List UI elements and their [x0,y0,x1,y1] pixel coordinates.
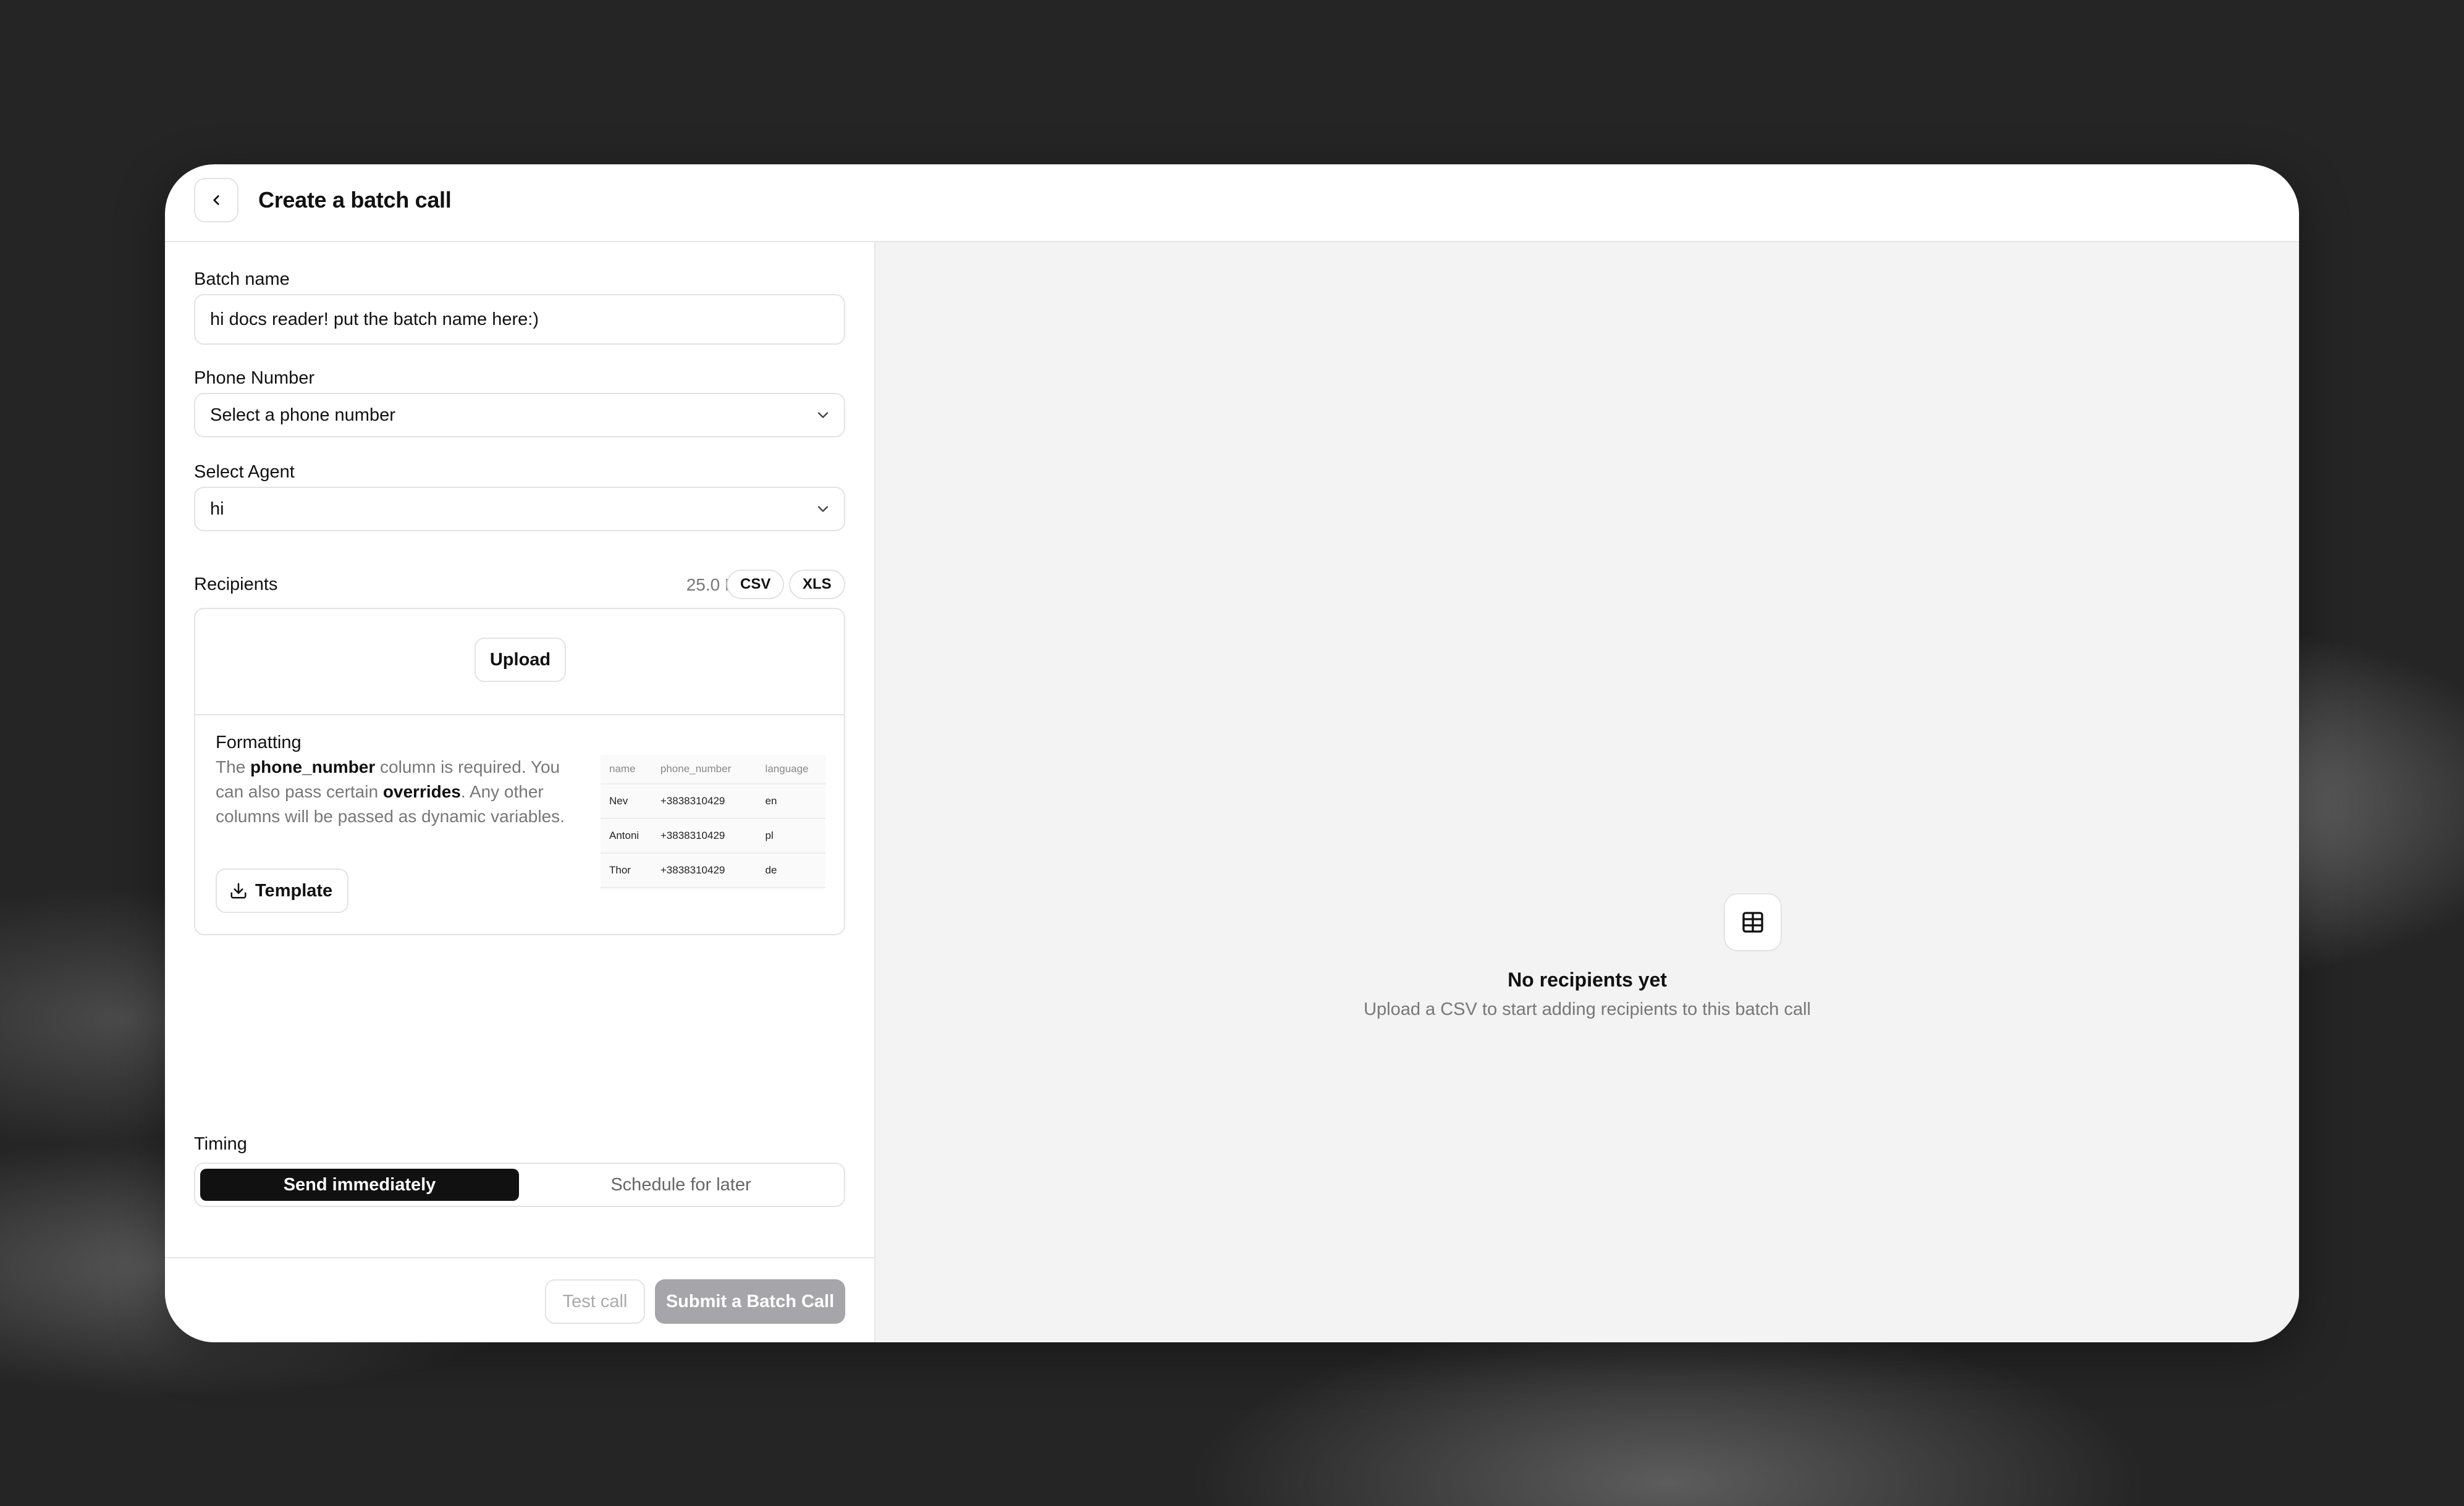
formatting-overrides-link[interactable]: overrides [383,782,461,801]
empty-state-title: No recipients yet [1508,969,1667,991]
chevron-down-icon [817,506,829,512]
batch-name-input[interactable]: hi docs reader! put the batch name here:… [194,294,845,345]
submit-batch-call-button[interactable]: Submit a Batch Call [655,1279,845,1324]
agent-select[interactable]: hi [194,487,845,531]
agent-value: hi [210,499,224,519]
recipients-box: Upload Formatting The phone_number colum… [194,608,845,935]
recipients-label: Recipients [194,574,278,594]
table-cell: Thor [601,853,652,888]
table-header-row: name phone_number language [601,755,825,785]
batch-name-value: hi docs reader! put the batch name here:… [210,309,539,329]
table-cell: en [756,784,825,819]
table-cell: Antoni [601,818,652,854]
template-download-button[interactable]: Template [216,869,349,913]
formatting-title: Formatting [216,733,302,752]
table-row: Antoni +3838310429 pl [601,818,825,854]
table-row: Thor +3838310429 de [601,853,825,888]
page-title: Create a batch call [258,187,452,212]
form-footer: Test call Submit a Batch Call [165,1257,874,1342]
test-call-button[interactable]: Test call [545,1279,645,1324]
phone-number-value: Select a phone number [210,405,395,425]
format-badge-xls: XLS [789,570,845,599]
header: Create a batch call [165,164,2299,242]
timing-toggle: Send immediately Schedule for later [194,1163,845,1207]
column-header: phone_number [651,755,757,785]
batch-name-label: Batch name [194,269,290,289]
template-label: Template [255,880,333,901]
table-cell: Nev [601,784,652,819]
back-button[interactable] [194,178,238,222]
form-panel: Batch name hi docs reader! put the batch… [165,242,875,1342]
formatting-required-column: phone_number [250,757,376,776]
chevron-left-icon [213,195,219,205]
table-row: Nev +3838310429 en [601,784,825,819]
upload-button[interactable]: Upload [475,637,566,682]
formatting-description: The phone_number column is required. You… [216,755,593,829]
empty-state-icon-box [1724,893,1782,951]
agent-label: Select Agent [194,462,295,482]
table-icon [1742,912,1763,933]
phone-number-label: Phone Number [194,368,315,388]
recipients-preview-panel: No recipients yet Upload a CSV to start … [875,242,2299,1342]
format-badge-csv: CSV [727,570,785,599]
upload-dropzone[interactable]: Upload [195,609,844,715]
batch-call-window: Create a batch call Batch name hi docs r… [165,164,2299,1342]
column-header: name [601,755,652,785]
example-table: name phone_number language Nev +38383104… [601,755,825,888]
chevron-down-icon [817,412,829,418]
download-icon [230,883,247,899]
empty-state-subtitle: Upload a CSV to start adding recipients … [1364,999,1811,1019]
table-cell: de [756,853,825,888]
table-cell: pl [756,818,825,854]
send-immediately-option[interactable]: Send immediately [200,1169,519,1201]
schedule-later-option[interactable]: Schedule for later [521,1169,840,1201]
timing-label: Timing [194,1134,247,1154]
column-header: language [756,755,825,785]
table-cell: +3838310429 [651,784,757,819]
table-cell: +3838310429 [651,818,757,854]
table-cell: +3838310429 [651,853,757,888]
phone-number-select[interactable]: Select a phone number [194,393,845,437]
formatting-text-1: The [216,757,251,776]
